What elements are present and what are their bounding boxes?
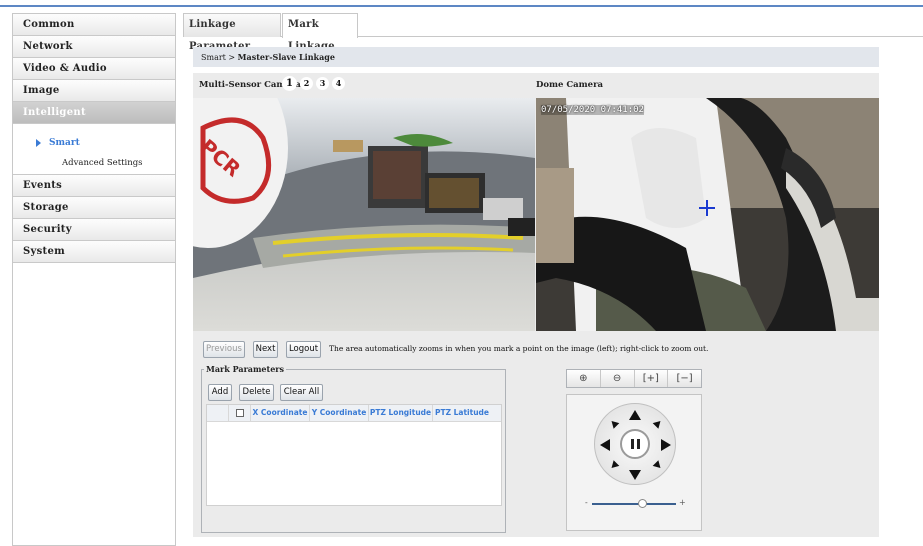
table-header: X Coordinate Y Coordinate PTZ Longitude …	[207, 405, 501, 422]
submenu-smart-label: Smart	[49, 138, 80, 148]
sidebar-item-intelligent[interactable]: Intelligent	[13, 102, 175, 124]
sidebar-item-network[interactable]: Network	[13, 36, 175, 58]
zoom-in-icon[interactable]: ⊕	[567, 370, 601, 387]
sensor-page-3[interactable]: 3	[316, 77, 329, 90]
pan-up-icon[interactable]	[629, 410, 641, 420]
dome-camera-video[interactable]: 07/05/2020 07:41:02	[536, 98, 879, 331]
header-spacer	[207, 405, 229, 421]
column-ptz-longitude: PTZ Longitude	[369, 405, 433, 421]
sidebar-item-video-audio[interactable]: Video & Audio	[13, 58, 175, 80]
zoom-toolbar: ⊕ ⊖ [+] [−]	[566, 369, 702, 388]
sidebar: Common Network Video & Audio Image Intel…	[12, 13, 176, 546]
tab-linkage-parameter[interactable]: Linkage Parameter	[183, 13, 281, 52]
pause-icon-bar-left	[631, 439, 634, 449]
breadcrumb-root: Smart	[201, 53, 226, 62]
multi-sensor-video-frame: PCR	[193, 98, 535, 331]
sidebar-item-security[interactable]: Security	[13, 219, 175, 241]
tab-mark-linkage[interactable]: Mark Linkage	[282, 13, 358, 52]
pan-right-icon[interactable]	[661, 439, 671, 451]
focus-near-icon[interactable]: [+]	[635, 370, 669, 387]
pan-up-left-icon[interactable]	[608, 418, 620, 429]
pause-button[interactable]	[620, 429, 650, 459]
previous-button[interactable]: Previous	[203, 341, 245, 358]
sensor-page-selector: 1 2 3 4	[282, 76, 345, 91]
speed-max-label: +	[679, 498, 686, 507]
breadcrumb: Smart > Master-Slave Linkage	[193, 47, 879, 67]
sensor-page-4[interactable]: 4	[332, 77, 345, 90]
next-button[interactable]: Next	[253, 341, 278, 358]
clear-all-button[interactable]: Clear All	[280, 384, 323, 401]
select-all-checkbox[interactable]	[235, 409, 244, 417]
ptz-control-panel: - +	[566, 394, 702, 531]
top-accent-line	[0, 5, 923, 7]
breadcrumb-current: Master-Slave Linkage	[237, 52, 335, 62]
breadcrumb-separator: >	[228, 53, 236, 62]
dome-camera-label: Dome Camera	[536, 80, 604, 90]
submenu-item-smart[interactable]: Smart	[36, 138, 80, 148]
logout-button[interactable]: Logout	[286, 341, 321, 358]
pan-up-right-icon[interactable]	[652, 418, 664, 429]
sidebar-item-storage[interactable]: Storage	[13, 197, 175, 219]
zoom-out-icon[interactable]: ⊖	[601, 370, 635, 387]
dome-video-timestamp: 07/05/2020 07:41:02	[541, 105, 644, 115]
submenu-item-advanced-settings[interactable]: Advanced Settings	[62, 158, 143, 168]
tab-bar: Linkage Parameter Mark Linkage	[183, 13, 923, 52]
focus-far-icon[interactable]: [−]	[668, 370, 701, 387]
intelligent-submenu: Smart Advanced Settings	[13, 124, 175, 175]
delete-mark-button[interactable]: Delete	[239, 384, 274, 401]
sidebar-item-system[interactable]: System	[13, 241, 175, 263]
ptz-speed-slider[interactable]	[592, 499, 676, 508]
speed-slider-handle[interactable]	[638, 499, 648, 508]
column-ptz-latitude: PTZ Latitude	[434, 408, 490, 417]
column-x-coordinate: X Coordinate	[251, 405, 310, 421]
column-y-coordinate: Y Coordinate	[310, 405, 369, 421]
pause-icon-bar-right	[637, 439, 640, 449]
sensor-page-2[interactable]: 2	[300, 77, 313, 90]
pan-down-right-icon[interactable]	[652, 460, 664, 471]
zoom-hint-text: The area automatically zooms in when you…	[329, 344, 709, 353]
expand-arrow-icon	[36, 139, 41, 147]
pan-down-left-icon[interactable]	[608, 460, 620, 471]
pan-left-icon[interactable]	[600, 439, 610, 451]
header-checkbox-cell	[229, 405, 251, 421]
sidebar-item-events[interactable]: Events	[13, 175, 175, 197]
speed-min-label: -	[585, 498, 588, 507]
add-mark-button[interactable]: Add	[208, 384, 232, 401]
dome-camera-video-frame	[536, 98, 879, 331]
mark-parameters-group: Mark Parameters Add Delete Clear All X C…	[201, 364, 506, 533]
mark-parameters-table: X Coordinate Y Coordinate PTZ Longitude …	[206, 404, 502, 506]
pan-down-icon[interactable]	[629, 470, 641, 480]
sidebar-item-common[interactable]: Common	[13, 14, 175, 36]
sensor-page-1[interactable]: 1	[282, 76, 297, 91]
multi-sensor-video[interactable]: PCR	[193, 98, 535, 331]
mark-parameters-legend: Mark Parameters	[204, 364, 287, 374]
ptz-direction-dial	[594, 403, 676, 485]
camera-panel: Multi-Sensor Camera 1 2 3 4 Dome Camera	[193, 73, 879, 537]
sidebar-item-image[interactable]: Image	[13, 80, 175, 102]
